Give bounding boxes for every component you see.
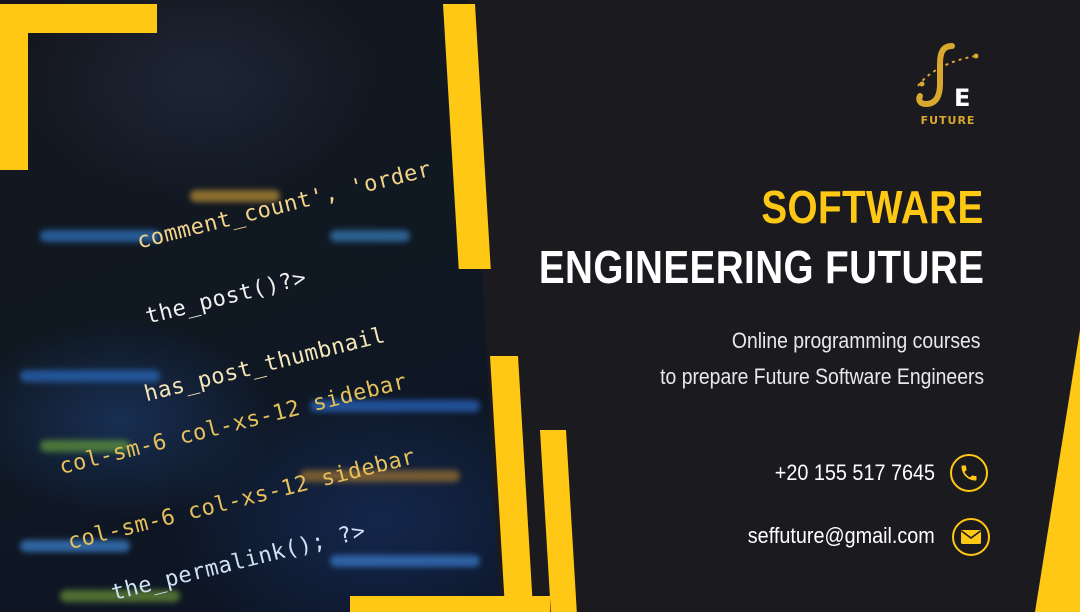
brand-logo: E FUTURE xyxy=(908,40,988,135)
tagline-line-2: to prepare Future Software Engineers xyxy=(660,364,984,389)
tagline-line-1: Online programming courses xyxy=(731,328,980,353)
info-panel: E FUTURE SOFTWARE ENGINEERING FUTURE Onl… xyxy=(0,0,1080,612)
phone-number[interactable]: +20 155 517 7645 xyxy=(775,460,935,486)
banner: comment_count', 'order the_post()?> has_… xyxy=(0,0,1080,612)
logo-letters: E xyxy=(954,84,970,112)
envelope-icon[interactable] xyxy=(952,518,990,556)
phone-icon[interactable] xyxy=(950,454,988,492)
logo-text: FUTURE xyxy=(920,114,976,127)
headline-line-2: ENGINEERING FUTURE xyxy=(538,241,984,293)
headline-line-1: SOFTWARE xyxy=(761,181,984,233)
logo-mark-icon: E xyxy=(916,43,979,112)
email-address[interactable]: seffuture@gmail.com xyxy=(748,523,935,549)
